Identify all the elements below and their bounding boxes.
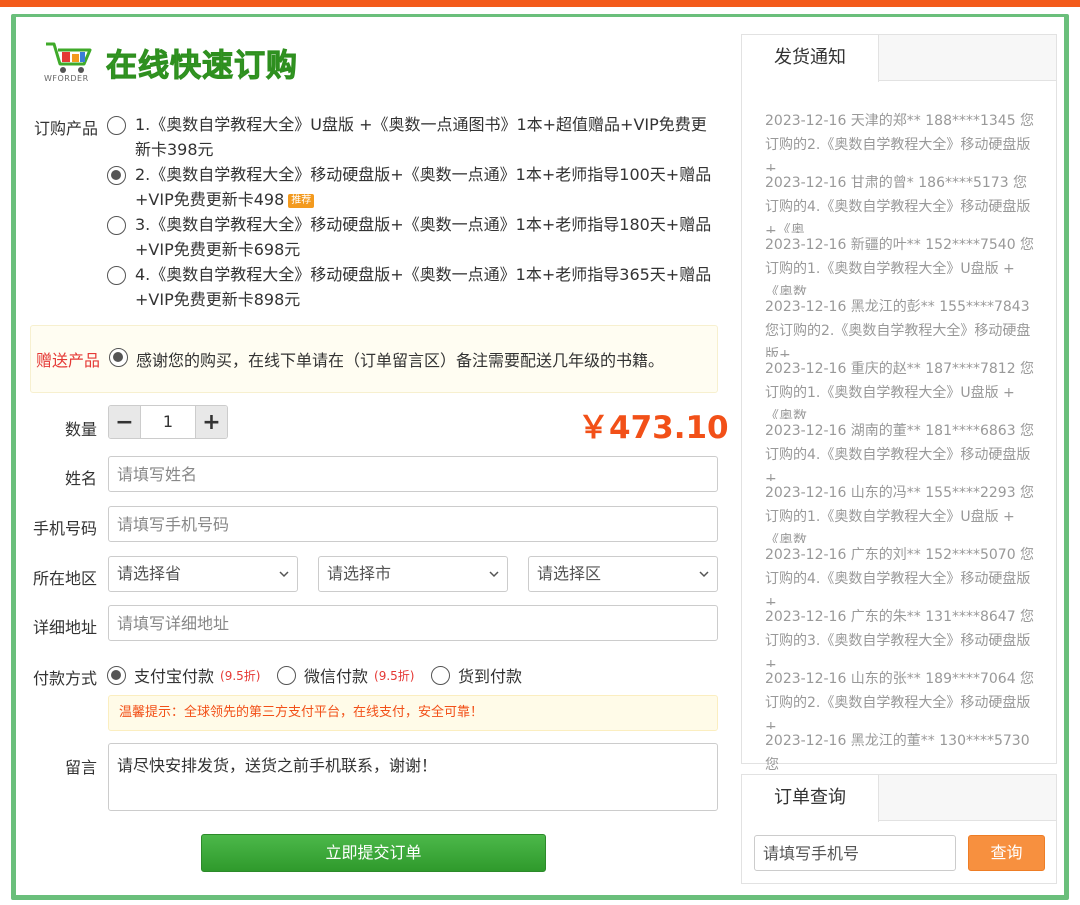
payment-radio-alipay[interactable] [107, 665, 126, 685]
quantity-stepper: − 1 + [108, 405, 228, 439]
gift-text: 感谢您的购买，在线下单请在（订单留言区）备注需要配送几年级的书籍。 [136, 351, 665, 370]
notice-item: 2023-12-16 广东的刘** 152****5070 您订购的4.《奥数自… [765, 547, 1035, 605]
tab-shipping-notice[interactable]: 发货通知 [742, 35, 879, 82]
product-option-2[interactable]: 2.《奥数自学教程大全》移动硬盘版+《奥数一点通》1本+老师指导100天+赠品+… [107, 162, 717, 212]
city-select-value: 请选择市 [327, 564, 392, 583]
name-label: 姓名 [64, 469, 97, 488]
payment-radio-wechat[interactable] [277, 665, 296, 685]
phone-label: 手机号码 [33, 519, 98, 538]
product-radio-4[interactable] [107, 266, 126, 285]
notice-panel-header: 发货通知 [742, 35, 1056, 82]
payment-label: 付款方式 [33, 669, 98, 688]
logo-subtext: WFORDER [44, 74, 89, 83]
notice-item: 2023-12-16 黑龙江的彭** 155****7843 您订购的2.《奥数… [765, 299, 1031, 357]
query-panel-header: 订单查询 [742, 775, 1056, 822]
payment-option-text: 货到付款 [458, 667, 523, 686]
payment-option-text: 微信付款 [304, 667, 369, 686]
product-radio-2[interactable] [107, 166, 126, 185]
order-query-panel: 订单查询 查询 [741, 774, 1057, 884]
query-phone-input[interactable] [754, 835, 956, 871]
province-select-value: 请选择省 [117, 564, 182, 583]
product-option-3[interactable]: 3.《奥数自学教程大全》移动硬盘版+《奥数一点通》1本+老师指导180天+赠品+… [107, 212, 717, 262]
notice-item: 2023-12-16 重庆的赵** 187****7812 您订购的1.《奥数自… [765, 361, 1035, 419]
gift-label: 赠送产品 [36, 351, 101, 370]
payment-option-cod[interactable]: 货到付款 [431, 663, 522, 687]
top-accent-bar [0, 0, 1080, 7]
query-button[interactable]: 查询 [968, 835, 1045, 871]
city-select[interactable]: 请选择市 [318, 556, 508, 592]
payment-discount: (9.5折) [220, 668, 261, 683]
payment-radio-cod[interactable] [431, 665, 450, 685]
phone-input[interactable] [108, 506, 718, 542]
page-title: 在线快速订购 [106, 48, 298, 85]
total-price: ￥473.10 [578, 410, 729, 446]
notice-item: 2023-12-16 山东的张** 189****7064 您订购的2.《奥数自… [765, 671, 1035, 729]
product-option-text: 1.《奥数自学教程大全》U盘版 +《奥数一点通图书》1本+超值赠品+VIP免费更… [135, 115, 707, 159]
recommend-badge: 推荐 [288, 194, 315, 208]
province-select[interactable]: 请选择省 [108, 556, 298, 592]
notice-item: 2023-12-16 山东的冯** 155****2293 您订购的1.《奥数自… [765, 485, 1035, 543]
product-radio-1[interactable] [107, 116, 126, 135]
quantity-minus-button[interactable]: − [109, 406, 140, 438]
address-label: 详细地址 [33, 618, 98, 637]
product-option-text: 2.《奥数自学教程大全》移动硬盘版+《奥数一点通》1本+老师指导100天+赠品+… [135, 165, 712, 209]
message-label: 留言 [65, 758, 98, 777]
notice-list: 2023-12-16 天津的郑** 188****1345 您订购的2.《奥数自… [742, 81, 1056, 791]
district-select[interactable]: 请选择区 [528, 556, 718, 592]
payment-tip: 温馨提示：全球领先的第三方支付平台，在线支付，安全可靠！ [108, 695, 718, 731]
product-option-4[interactable]: 4.《奥数自学教程大全》移动硬盘版+《奥数一点通》1本+老师指导365天+赠品+… [107, 262, 717, 312]
payment-option-text: 支付宝付款 [134, 667, 215, 686]
product-option-1[interactable]: 1.《奥数自学教程大全》U盘版 +《奥数一点通图书》1本+超值赠品+VIP免费更… [107, 112, 717, 162]
gift-box: 赠送产品 感谢您的购买，在线下单请在（订单留言区）备注需要配送几年级的书籍。 [30, 325, 718, 393]
message-textarea[interactable]: 请尽快安排发货，送货之前手机联系，谢谢！ [108, 743, 718, 811]
notice-item: 2023-12-16 天津的郑** 188****1345 您订购的2.《奥数自… [765, 113, 1035, 171]
chevron-down-icon [489, 571, 499, 578]
chevron-down-icon [699, 571, 709, 578]
district-select-value: 请选择区 [537, 564, 602, 583]
region-label: 所在地区 [33, 569, 98, 588]
shipping-notice-panel: 发货通知 2023-12-16 天津的郑** 188****1345 您订购的2… [741, 34, 1057, 773]
address-input[interactable] [108, 605, 718, 641]
quantity-plus-button[interactable]: + [196, 406, 227, 438]
submit-order-button[interactable]: 立即提交订单 [201, 834, 546, 872]
payment-option-wechat[interactable]: 微信付款 (9.5折) [277, 663, 414, 687]
product-options: 1.《奥数自学教程大全》U盘版 +《奥数一点通图书》1本+超值赠品+VIP免费更… [107, 112, 717, 312]
gift-radio[interactable] [109, 348, 128, 367]
product-label: 订购产品 [34, 119, 99, 138]
product-radio-3[interactable] [107, 216, 126, 235]
notice-item: 2023-12-16 甘肃的曾* 186****5173 您订购的4.《奥数自学… [765, 175, 1031, 233]
payment-discount: (9.5折) [374, 668, 415, 683]
chevron-down-icon [279, 571, 289, 578]
notice-item: 2023-12-16 新疆的叶** 152****7540 您订购的1.《奥数自… [765, 237, 1035, 295]
quantity-value[interactable]: 1 [140, 406, 196, 438]
product-option-text: 3.《奥数自学教程大全》移动硬盘版+《奥数一点通》1本+老师指导180天+赠品+… [135, 215, 712, 259]
notice-item: 2023-12-16 广东的朱** 131****8647 您订购的3.《奥数自… [765, 609, 1035, 667]
payment-option-alipay[interactable]: 支付宝付款 (9.5折) [107, 663, 260, 687]
name-input[interactable] [108, 456, 718, 492]
tab-order-query[interactable]: 订单查询 [742, 775, 879, 822]
logo: WFORDER 在线快速订购 [44, 38, 344, 88]
quantity-label: 数量 [65, 420, 98, 439]
notice-item: 2023-12-16 湖南的董** 181****6863 您订购的4.《奥数自… [765, 423, 1035, 481]
product-option-text: 4.《奥数自学教程大全》移动硬盘版+《奥数一点通》1本+老师指导365天+赠品+… [135, 265, 712, 309]
